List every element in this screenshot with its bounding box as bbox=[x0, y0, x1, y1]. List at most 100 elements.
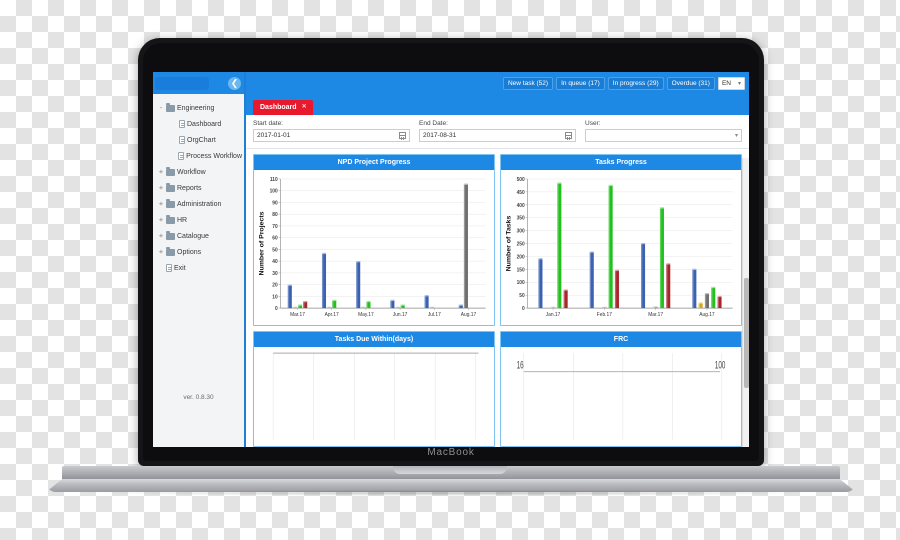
panel-body bbox=[254, 347, 494, 446]
sidebar: ❮ - Engineering Dashboard OrgChart Process W… bbox=[153, 72, 246, 447]
sidebar-item-label: Workflow bbox=[177, 168, 206, 176]
sidebar-item-orgchart[interactable]: OrgChart bbox=[157, 132, 242, 148]
content-area: Start date: 2017-01-01 End Date: 2017-08… bbox=[246, 115, 749, 447]
sidebar-item-reports[interactable]: + Reports bbox=[157, 180, 242, 196]
user-field: User: ▾ bbox=[585, 120, 742, 142]
language-select[interactable]: EN ▾ bbox=[717, 76, 745, 90]
top-toolbar: New task (52) In queue (17) In progress (2… bbox=[246, 72, 749, 94]
end-date-input[interactable]: 2017-08-31 bbox=[419, 129, 576, 142]
toolbar-button-overdue[interactable]: Overdue (31) bbox=[666, 76, 715, 90]
file-icon bbox=[166, 264, 172, 272]
main-area: New task (52) In queue (17) In progress (2… bbox=[246, 72, 749, 447]
panel-title: NPD Project Progress bbox=[254, 155, 494, 170]
svg-text:May.17: May.17 bbox=[358, 312, 374, 318]
tree-branch-icon bbox=[157, 264, 165, 272]
expand-icon[interactable]: + bbox=[157, 232, 165, 240]
svg-text:500: 500 bbox=[517, 177, 525, 183]
user-label: User: bbox=[585, 120, 601, 127]
sidebar-item-process-workflow[interactable]: Process Workflow bbox=[157, 148, 242, 164]
vertical-scrollbar[interactable] bbox=[742, 158, 749, 447]
panel-body: 0 10 20 30 40 50 60 70 80 90 100 110 Number of Proje… bbox=[254, 170, 494, 325]
sidebar-item-label: Administration bbox=[177, 200, 222, 208]
laptop-screen: ❮ - Engineering Dashboard OrgChart Process W… bbox=[153, 72, 749, 447]
sidebar-item-administration[interactable]: + Administration bbox=[157, 196, 242, 212]
file-icon bbox=[179, 120, 185, 128]
chart-npd-project-progress: 0 10 20 30 40 50 60 70 80 90 100 110 Number of Proje… bbox=[259, 177, 486, 318]
chart-tasks-due-within-days bbox=[257, 350, 491, 443]
tab-dashboard[interactable]: Dashboard ✕ bbox=[253, 100, 313, 115]
svg-text:300: 300 bbox=[517, 228, 525, 234]
calendar-icon[interactable] bbox=[399, 132, 406, 139]
folder-icon bbox=[166, 246, 175, 256]
sidebar-item-label: Catalogue bbox=[177, 232, 209, 240]
user-select[interactable]: ▾ bbox=[585, 129, 742, 142]
svg-text:16: 16 bbox=[517, 359, 524, 371]
tree-branch-icon bbox=[170, 120, 178, 128]
scrollbar-thumb[interactable] bbox=[744, 278, 749, 388]
start-date-label: Start date: bbox=[253, 120, 283, 127]
folder-icon bbox=[166, 182, 175, 192]
svg-text:150: 150 bbox=[517, 267, 525, 273]
sidebar-item-options[interactable]: + Options bbox=[157, 244, 242, 260]
expand-icon[interactable]: + bbox=[157, 248, 165, 256]
sidebar-item-label: Process Workflow bbox=[186, 152, 242, 160]
svg-text:Feb.17: Feb.17 bbox=[597, 312, 612, 318]
sidebar-item-label: Options bbox=[177, 248, 202, 256]
toolbar-button-new[interactable]: New task (52) bbox=[502, 76, 554, 90]
chevron-left-icon[interactable]: ❮ bbox=[228, 76, 241, 90]
sidebar-item-workflow[interactable]: + Workflow bbox=[157, 164, 242, 180]
sidebar-item-exit[interactable]: Exit bbox=[157, 260, 242, 276]
chevron-down-icon[interactable]: ▾ bbox=[738, 80, 741, 87]
start-date-input[interactable]: 2017-01-01 bbox=[253, 129, 410, 142]
chevron-down-icon[interactable]: ▾ bbox=[735, 132, 738, 139]
svg-text:100: 100 bbox=[715, 359, 726, 371]
panel-frc: FRC 16 100 bbox=[500, 331, 742, 447]
sidebar-item-engineering[interactable]: - Engineering bbox=[157, 100, 242, 116]
svg-text:20: 20 bbox=[272, 282, 278, 288]
end-date-label: End Date: bbox=[419, 120, 448, 127]
navigation-tree: - Engineering Dashboard OrgChart Process Wor… bbox=[153, 94, 244, 394]
tree-branch-icon bbox=[170, 136, 178, 144]
svg-text:200: 200 bbox=[517, 254, 525, 260]
sidebar-item-catalogue[interactable]: + Catalogue bbox=[157, 228, 242, 244]
end-date-field: End Date: 2017-08-31 bbox=[419, 120, 576, 142]
svg-text:Jun.17: Jun.17 bbox=[393, 312, 408, 318]
svg-text:10: 10 bbox=[272, 294, 278, 300]
svg-text:100: 100 bbox=[270, 188, 278, 194]
laptop-shadow bbox=[90, 490, 810, 496]
close-icon[interactable]: ✕ bbox=[302, 104, 307, 110]
expand-icon[interactable]: + bbox=[157, 184, 165, 192]
toolbar-button-in[interactable]: In progress (29) bbox=[607, 76, 664, 90]
svg-text:Jan.17: Jan.17 bbox=[546, 312, 561, 318]
file-icon bbox=[178, 152, 185, 160]
sidebar-item-label: Engineering bbox=[177, 104, 215, 112]
toolbar-button-in[interactable]: In queue (17) bbox=[556, 76, 605, 90]
svg-text:Apr.17: Apr.17 bbox=[325, 312, 339, 318]
app-logo bbox=[155, 76, 209, 90]
svg-text:Number of Tasks: Number of Tasks bbox=[506, 215, 513, 271]
sidebar-item-label: OrgChart bbox=[187, 136, 216, 144]
svg-text:250: 250 bbox=[517, 241, 525, 247]
collapse-icon[interactable]: - bbox=[157, 104, 165, 112]
sidebar-item-dashboard[interactable]: Dashboard bbox=[157, 116, 242, 132]
svg-text:100: 100 bbox=[517, 280, 525, 286]
tree-branch-icon bbox=[170, 152, 177, 160]
panel-title: Tasks Progress bbox=[501, 155, 741, 170]
chart-frc: 16 100 bbox=[504, 350, 738, 443]
sidebar-item-label: Dashboard bbox=[187, 120, 222, 128]
dashboard-application: ❮ - Engineering Dashboard OrgChart Process W… bbox=[153, 72, 749, 447]
expand-icon[interactable]: + bbox=[157, 200, 165, 208]
panel-body: 0 50 100 150 200 250 300 350 400 450 500 Number of … bbox=[501, 170, 741, 325]
svg-text:50: 50 bbox=[272, 247, 278, 253]
sidebar-header: ❮ bbox=[153, 72, 244, 94]
expand-icon[interactable]: + bbox=[157, 216, 165, 224]
calendar-icon[interactable] bbox=[565, 132, 572, 139]
expand-icon[interactable]: + bbox=[157, 168, 165, 176]
svg-text:70: 70 bbox=[272, 224, 278, 230]
svg-text:110: 110 bbox=[270, 177, 278, 183]
sidebar-item-label: Reports bbox=[177, 184, 202, 192]
panel-tasks-due-within-days: Tasks Due Within(days) bbox=[253, 331, 495, 447]
panel-title: Tasks Due Within(days) bbox=[254, 332, 494, 347]
sidebar-item-hr[interactable]: + HR bbox=[157, 212, 242, 228]
folder-icon bbox=[166, 230, 175, 240]
